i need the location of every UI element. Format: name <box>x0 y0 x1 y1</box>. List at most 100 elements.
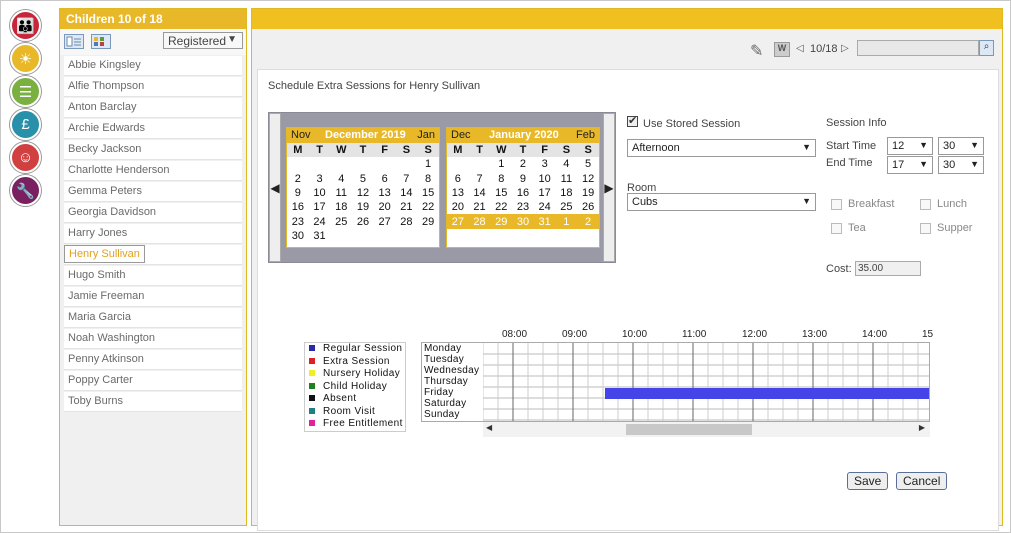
calendar-day[interactable]: 29 <box>490 214 513 229</box>
calendar-day[interactable]: 19 <box>352 200 374 214</box>
wrench-icon[interactable]: 🔧 <box>10 175 41 206</box>
breakfast-checkbox[interactable] <box>831 199 842 210</box>
calendar-day[interactable]: 13 <box>447 186 469 200</box>
calendar-day[interactable]: 17 <box>309 200 331 214</box>
grid-view-icon[interactable] <box>91 34 111 49</box>
calendar-day[interactable]: 27 <box>447 214 469 229</box>
calendar-day[interactable]: 25 <box>556 200 578 214</box>
calendar-day[interactable]: 4 <box>556 157 578 171</box>
calendar-day[interactable]: 16 <box>512 186 534 200</box>
calendar-day[interactable]: 8 <box>490 172 512 186</box>
register-icon[interactable]: ☰ <box>10 76 41 107</box>
calendar-day[interactable]: 15 <box>417 186 439 200</box>
calendar-day[interactable] <box>490 229 512 243</box>
calendar-day[interactable]: 3 <box>309 172 331 186</box>
calendar-day[interactable] <box>352 229 374 243</box>
room-select[interactable]: Cubs ▼ <box>627 193 816 211</box>
calendar-day[interactable]: 14 <box>469 186 491 200</box>
child-list-item[interactable]: Becky Jackson <box>64 140 242 160</box>
child-list-item[interactable]: Hugo Smith <box>64 266 242 286</box>
calendar-day[interactable]: 25 <box>330 214 352 228</box>
end-hour-select[interactable]: 17 ▼ <box>887 156 933 174</box>
next-arrow-icon[interactable]: ▷ <box>841 43 849 54</box>
family-icon[interactable]: 👪 <box>10 10 41 41</box>
calendar-day[interactable]: 11 <box>330 186 352 200</box>
calendar-day[interactable] <box>396 157 418 171</box>
calendar-day[interactable]: 12 <box>577 172 599 186</box>
calendar-prev-arrow-icon[interactable]: ◀ <box>269 113 281 262</box>
stored-session-select[interactable]: Afternoon ▼ <box>627 139 816 157</box>
child-list-item[interactable]: Charlotte Henderson <box>64 161 242 181</box>
child-list-item[interactable]: Noah Washington <box>64 329 242 349</box>
calendar-day[interactable]: 3 <box>534 157 556 171</box>
calendar-day[interactable]: 23 <box>287 214 309 228</box>
calendar-day[interactable]: 6 <box>447 172 469 186</box>
calendar-day[interactable] <box>330 157 352 171</box>
calendar-day[interactable]: 21 <box>469 200 491 214</box>
calendar-day[interactable] <box>577 229 599 243</box>
child-list-item[interactable]: Toby Burns <box>64 392 242 412</box>
search-input[interactable] <box>857 40 979 56</box>
calendar-day[interactable]: 5 <box>577 157 599 171</box>
calendar-day[interactable]: 17 <box>534 186 556 200</box>
child-icon[interactable]: ☺ <box>10 142 41 173</box>
calendar-day[interactable] <box>469 229 491 243</box>
calendar-day[interactable]: 10 <box>309 186 331 200</box>
calendar-day[interactable]: 14 <box>396 186 418 200</box>
child-list-item[interactable]: Georgia Davidson <box>64 203 242 223</box>
calendar-day[interactable]: 22 <box>417 200 439 214</box>
sessions-icon[interactable]: ☀ <box>10 43 41 74</box>
calendar-day[interactable]: 6 <box>374 172 396 186</box>
child-list-item[interactable]: Penny Atkinson <box>64 350 242 370</box>
cancel-button[interactable]: Cancel <box>896 472 948 490</box>
calendar-day[interactable]: 13 <box>374 186 396 200</box>
list-view-icon[interactable] <box>64 34 84 49</box>
calendar-day[interactable]: 20 <box>447 200 469 214</box>
calendar-day[interactable] <box>417 229 439 243</box>
child-list-item[interactable]: Henry Sullivan <box>64 245 145 263</box>
calendar-day[interactable]: 2 <box>577 214 599 229</box>
calendar-day[interactable]: 31 <box>533 214 556 229</box>
schedule-scrollbar[interactable]: ◀ ▶ <box>483 422 930 437</box>
edit-pencil-icon[interactable]: ✎ <box>750 41 763 61</box>
child-list-item[interactable]: Gemma Peters <box>64 182 242 202</box>
child-list-item[interactable]: Jamie Freeman <box>64 287 242 307</box>
calendar-day[interactable] <box>374 157 396 171</box>
calendar-day[interactable]: 22 <box>490 200 512 214</box>
calendar-day[interactable]: 15 <box>490 186 512 200</box>
calendar-day[interactable]: 16 <box>287 200 309 214</box>
start-hour-select[interactable]: 12 ▼ <box>887 137 933 155</box>
calendar-day[interactable]: 4 <box>330 172 352 186</box>
registered-filter-select[interactable]: Registered ▼ <box>163 32 243 49</box>
calendar-day[interactable]: 12 <box>352 186 374 200</box>
calendar-next-arrow-icon[interactable]: ▶ <box>603 113 615 262</box>
calendar-day[interactable]: 26 <box>352 214 374 228</box>
next-month-link[interactable]: Jan <box>417 129 435 141</box>
calendar-day[interactable] <box>352 157 374 171</box>
calendar-day[interactable]: 31 <box>309 229 331 243</box>
lunch-checkbox[interactable] <box>920 199 931 210</box>
calendar-day[interactable]: 18 <box>330 200 352 214</box>
calendar-day[interactable] <box>330 229 352 243</box>
calendar-day[interactable]: 21 <box>396 200 418 214</box>
schedule-grid[interactable] <box>483 342 930 422</box>
calendar-day[interactable]: 30 <box>512 214 534 229</box>
calendar-day[interactable]: 19 <box>577 186 599 200</box>
child-list-item[interactable]: Anton Barclay <box>64 98 242 118</box>
child-list-item[interactable]: Abbie Kingsley <box>64 56 242 76</box>
calendar-day[interactable]: 8 <box>417 172 439 186</box>
prev-month-link[interactable]: Nov <box>291 129 311 141</box>
calendar-day[interactable]: 9 <box>512 172 534 186</box>
calendar-day[interactable]: 1 <box>417 157 439 171</box>
finance-icon[interactable]: £ <box>10 109 41 140</box>
calendar-day[interactable]: 2 <box>512 157 534 171</box>
use-stored-session-checkbox[interactable]: ✔ <box>627 115 638 127</box>
calendar-day[interactable] <box>447 157 469 171</box>
calendar-day[interactable] <box>469 157 491 171</box>
calendar-day[interactable]: 20 <box>374 200 396 214</box>
calendar-day[interactable]: 11 <box>556 172 578 186</box>
calendar-day[interactable] <box>447 229 469 243</box>
calendar-day[interactable]: 2 <box>287 172 309 186</box>
calendar-day[interactable] <box>534 229 556 243</box>
child-list-item[interactable]: Maria Garcia <box>64 308 242 328</box>
